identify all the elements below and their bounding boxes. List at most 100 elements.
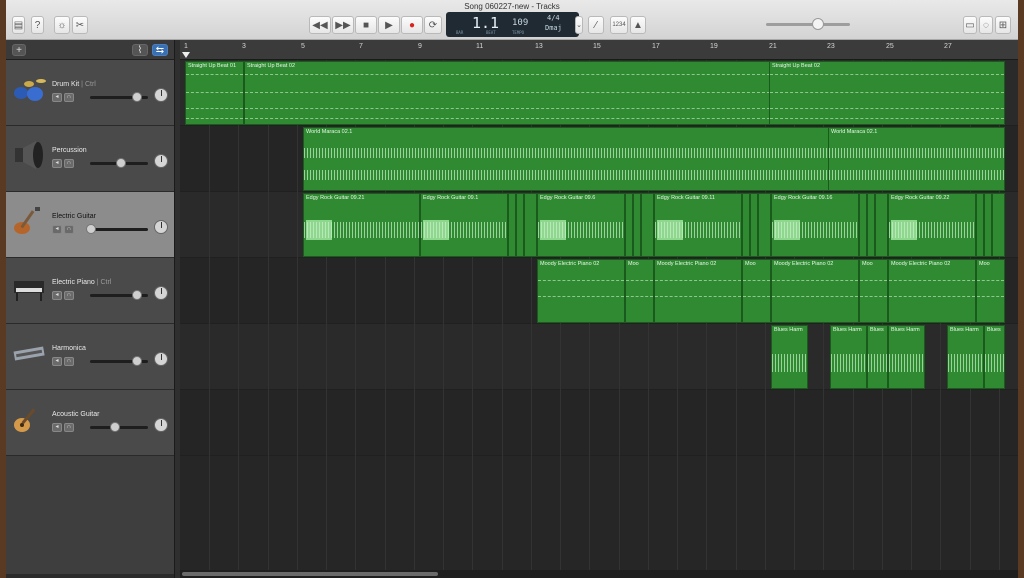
track-header-harmonica[interactable]: Harmonica ◂ ∩ (6, 324, 174, 390)
master-volume-slider[interactable] (766, 23, 850, 26)
stop-button[interactable]: ■ (355, 16, 377, 34)
mute-button[interactable]: ◂ (52, 291, 62, 300)
track-header-electric-piano[interactable]: Electric Piano | Ctrl ◂ ∩ (6, 258, 174, 324)
guitar-region[interactable]: Edgy Rock Guitar 09.1 (420, 193, 508, 257)
harmonica-region[interactable]: Blues Harm (830, 325, 867, 389)
record-button[interactable]: ● (401, 16, 423, 34)
notepad-button[interactable]: ▭ (963, 16, 977, 34)
forward-button[interactable]: ▶▶ (332, 16, 354, 34)
harmonica-region[interactable]: Blues Harm (888, 325, 925, 389)
library-button[interactable]: ▤ (12, 16, 25, 34)
loop-browser-button[interactable]: ◌ (979, 16, 993, 34)
drum-region[interactable]: Straight Up Beat 02 (769, 61, 1005, 125)
piano-region[interactable]: Moody Electric Piano 02 (771, 259, 859, 323)
scrollbar-thumb[interactable] (182, 572, 438, 576)
volume-knob[interactable] (110, 422, 120, 432)
headphones-button[interactable]: ∩ (64, 357, 74, 366)
bar-number: 23 (827, 43, 835, 50)
track-header-drum-kit[interactable]: Drum Kit | Ctrl ◂ ∩ (6, 60, 174, 126)
lcd-display[interactable]: 1.1 BAR BEAT 109 TEMPO 4/4 Dmaj (446, 12, 579, 37)
mute-button[interactable]: ◂ (52, 93, 62, 102)
guitar-region[interactable]: Edgy Rock Guitar 09.22 (888, 193, 976, 257)
harmonica-region[interactable]: Blues Harm (947, 325, 984, 389)
harmonica-region[interactable]: Blues (984, 325, 1005, 389)
guitar-region[interactable] (742, 193, 750, 257)
volume-knob[interactable] (132, 290, 142, 300)
tracks-area[interactable]: Straight Up Beat 01 Straight Up Beat 02 … (180, 60, 1018, 570)
headphones-button[interactable]: ∩ (64, 423, 74, 432)
guitar-region[interactable]: Edgy Rock Guitar 09.6 (537, 193, 625, 257)
mute-button[interactable]: ◂ (52, 159, 62, 168)
timeline-ruler[interactable]: 1 3 5 7 9 11 13 15 17 19 21 23 25 27 (180, 40, 1018, 60)
playhead[interactable] (182, 52, 190, 58)
guitar-region[interactable] (750, 193, 758, 257)
guitar-region[interactable] (508, 193, 516, 257)
headphones-button[interactable]: ∩ (64, 93, 74, 102)
guitar-region[interactable] (992, 193, 1005, 257)
guitar-region[interactable] (875, 193, 888, 257)
play-button[interactable]: ▶ (378, 16, 400, 34)
mute-button[interactable]: ◂ (52, 225, 62, 234)
piano-region[interactable]: Moody Electric Piano 02 (537, 259, 625, 323)
guitar-region[interactable] (859, 193, 867, 257)
harmonica-region[interactable]: Blues (867, 325, 888, 389)
master-volume-knob[interactable] (812, 18, 824, 30)
media-browser-button[interactable]: ⊞ (995, 16, 1011, 34)
volume-slider[interactable] (90, 228, 148, 231)
pan-knob[interactable] (154, 88, 168, 102)
rewind-button[interactable]: ◀◀ (309, 16, 331, 34)
headphones-button[interactable]: ∩ (64, 159, 74, 168)
track-header-electric-guitar[interactable]: Electric Guitar ◂ ∩ (6, 192, 174, 258)
percussion-region[interactable]: World Maraca 02.1 (828, 127, 1005, 191)
guitar-region[interactable]: Edgy Rock Guitar 09.11 (654, 193, 742, 257)
count-in-button[interactable]: 1234 (610, 16, 628, 34)
piano-region[interactable]: Moo (976, 259, 1005, 323)
piano-region[interactable]: Moody Electric Piano 02 (654, 259, 742, 323)
guitar-region[interactable] (641, 193, 654, 257)
guitar-region[interactable] (976, 193, 984, 257)
drum-region[interactable]: Straight Up Beat 02 (244, 61, 771, 125)
editors-button[interactable]: ✂ (72, 16, 88, 34)
volume-knob[interactable] (132, 356, 142, 366)
headphones-button[interactable]: ∩ (64, 225, 74, 234)
horizontal-scrollbar[interactable] (180, 570, 1018, 578)
volume-knob[interactable] (86, 224, 96, 234)
guitar-region[interactable] (867, 193, 875, 257)
cycle-button[interactable]: ⟳ (424, 16, 442, 34)
lcd-menu-button[interactable]: ⌄ (575, 16, 583, 34)
guitar-region[interactable] (524, 193, 537, 257)
automation-button[interactable]: ⌇ (132, 44, 148, 56)
track-header-percussion[interactable]: Percussion ◂ ∩ (6, 126, 174, 192)
drum-region[interactable]: Straight Up Beat 01 (185, 61, 244, 125)
add-track-button[interactable]: + (12, 44, 26, 56)
mute-button[interactable]: ◂ (52, 423, 62, 432)
snap-button[interactable]: ⇆ (152, 44, 168, 56)
tuner-button[interactable]: ⁄ (588, 16, 604, 34)
pan-knob[interactable] (154, 352, 168, 366)
metronome-button[interactable]: ▲ (630, 16, 646, 34)
pan-knob[interactable] (154, 220, 168, 234)
piano-region[interactable]: Moody Electric Piano 02 (888, 259, 976, 323)
help-button[interactable]: ? (31, 16, 44, 34)
pan-knob[interactable] (154, 154, 168, 168)
piano-region[interactable]: Moo (859, 259, 888, 323)
pan-knob[interactable] (154, 418, 168, 432)
guitar-region[interactable] (516, 193, 524, 257)
guitar-region[interactable] (758, 193, 771, 257)
volume-knob[interactable] (132, 92, 142, 102)
piano-region[interactable]: Moo (625, 259, 654, 323)
pan-knob[interactable] (154, 286, 168, 300)
percussion-region[interactable]: World Maraca 02.1 (303, 127, 830, 191)
guitar-region[interactable] (984, 193, 992, 257)
guitar-region[interactable] (633, 193, 641, 257)
guitar-region[interactable]: Edgy Rock Guitar 09.21 (303, 193, 420, 257)
headphones-button[interactable]: ∩ (64, 291, 74, 300)
volume-knob[interactable] (116, 158, 126, 168)
guitar-region[interactable] (625, 193, 633, 257)
smart-controls-button[interactable]: ☼ (54, 16, 70, 34)
mute-button[interactable]: ◂ (52, 357, 62, 366)
harmonica-region[interactable]: Blues Harm (771, 325, 808, 389)
piano-region[interactable]: Moo (742, 259, 771, 323)
guitar-region[interactable]: Edgy Rock Guitar 09.16 (771, 193, 859, 257)
track-header-acoustic-guitar[interactable]: Acoustic Guitar ◂ ∩ (6, 390, 174, 456)
